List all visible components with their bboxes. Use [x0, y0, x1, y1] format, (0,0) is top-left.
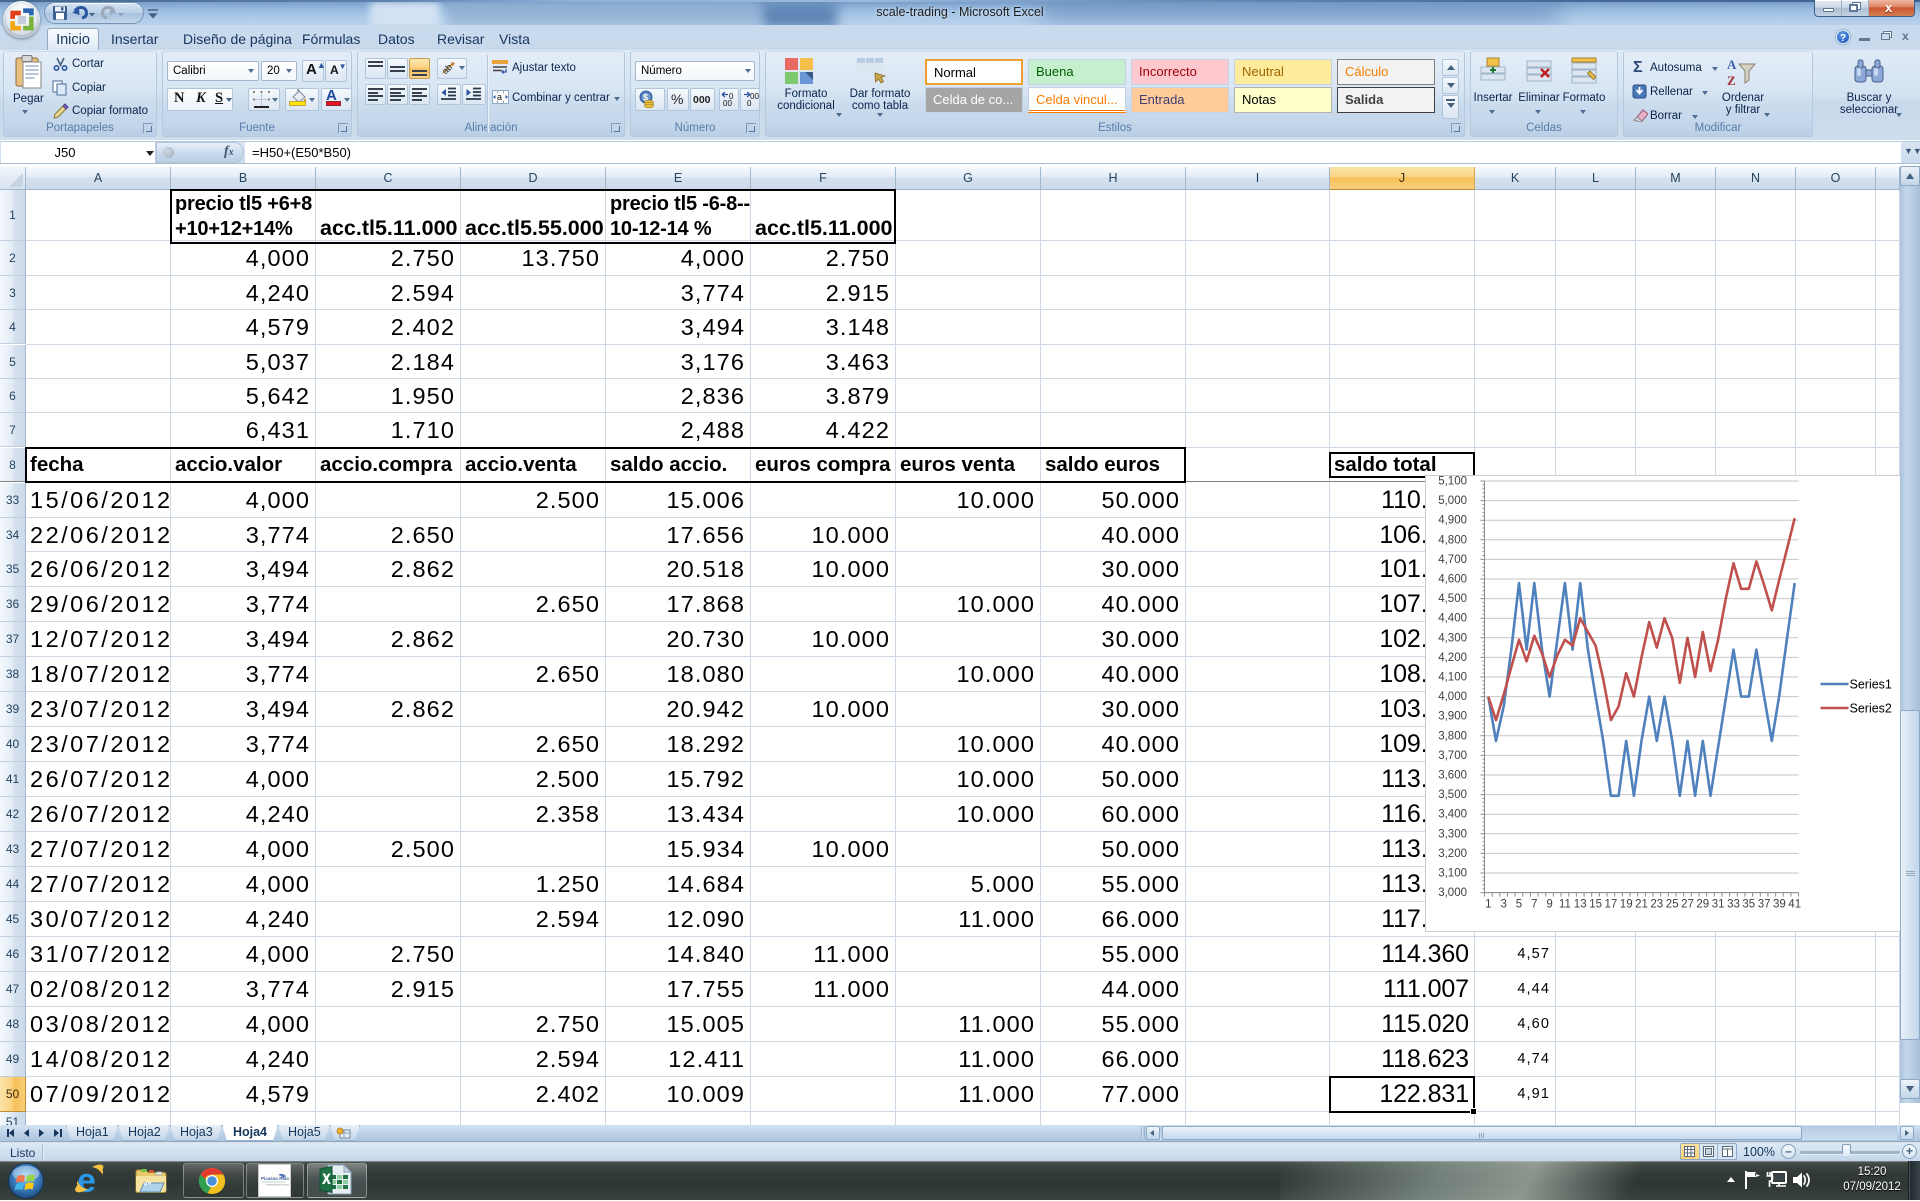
svg-text:21: 21 [1635, 899, 1648, 911]
svg-text:3,000: 3,000 [1438, 887, 1467, 899]
svg-text:3,200: 3,200 [1438, 848, 1467, 860]
svg-text:4,200: 4,200 [1438, 652, 1467, 664]
svg-text:e: e [77, 1163, 96, 1199]
svg-text:29: 29 [1696, 899, 1709, 911]
svg-text:13: 13 [1573, 899, 1586, 911]
svg-text:3,800: 3,800 [1438, 730, 1467, 742]
svg-text:3,100: 3,100 [1438, 868, 1467, 880]
svg-text:31: 31 [1711, 899, 1724, 911]
svg-text:23: 23 [1650, 899, 1663, 911]
svg-text:international consulting: international consulting [266, 1183, 289, 1187]
svg-text:3,300: 3,300 [1438, 828, 1467, 840]
svg-text:9: 9 [1546, 899, 1552, 911]
svg-text:0: 0 [747, 99, 752, 107]
svg-text:33: 33 [1727, 899, 1740, 911]
svg-text:15: 15 [1589, 899, 1602, 911]
svg-text:4,100: 4,100 [1438, 672, 1467, 684]
svg-text:5,100: 5,100 [1438, 476, 1467, 488]
svg-text:35: 35 [1742, 899, 1755, 911]
svg-text:4,500: 4,500 [1438, 593, 1467, 605]
svg-text:5: 5 [1515, 899, 1521, 911]
svg-text:25: 25 [1665, 899, 1678, 911]
svg-text:4,400: 4,400 [1438, 613, 1467, 625]
svg-text:5,000: 5,000 [1438, 495, 1467, 507]
svg-text:11: 11 [1558, 899, 1570, 911]
svg-text:Series1: Series1 [1849, 678, 1891, 692]
svg-text:3,400: 3,400 [1438, 809, 1467, 821]
svg-text:39: 39 [1773, 899, 1786, 911]
svg-text:37: 37 [1757, 899, 1770, 911]
svg-text:3,600: 3,600 [1438, 770, 1467, 782]
svg-text:19: 19 [1619, 899, 1632, 911]
svg-text:4,000: 4,000 [1438, 691, 1467, 703]
svg-text:Z: Z [1727, 73, 1736, 88]
svg-text:41: 41 [1788, 899, 1801, 911]
svg-text:27: 27 [1681, 899, 1694, 911]
svg-text:a: a [497, 92, 502, 102]
svg-text:17: 17 [1604, 899, 1617, 911]
svg-text:A: A [1727, 57, 1737, 72]
svg-text:7: 7 [1531, 899, 1537, 911]
svg-text:4,700: 4,700 [1438, 554, 1467, 566]
svg-text:1: 1 [1485, 899, 1491, 911]
svg-text:3: 3 [1500, 899, 1506, 911]
svg-text:3,500: 3,500 [1438, 789, 1467, 801]
svg-text:4,900: 4,900 [1438, 515, 1467, 527]
svg-text:3,900: 3,900 [1438, 711, 1467, 723]
svg-text:4,600: 4,600 [1438, 574, 1467, 586]
svg-text:3,700: 3,700 [1438, 750, 1467, 762]
svg-text:4,800: 4,800 [1438, 534, 1467, 546]
svg-text:4,300: 4,300 [1438, 632, 1467, 644]
svg-text:Series2: Series2 [1849, 702, 1891, 716]
svg-text:00: 00 [723, 99, 732, 107]
